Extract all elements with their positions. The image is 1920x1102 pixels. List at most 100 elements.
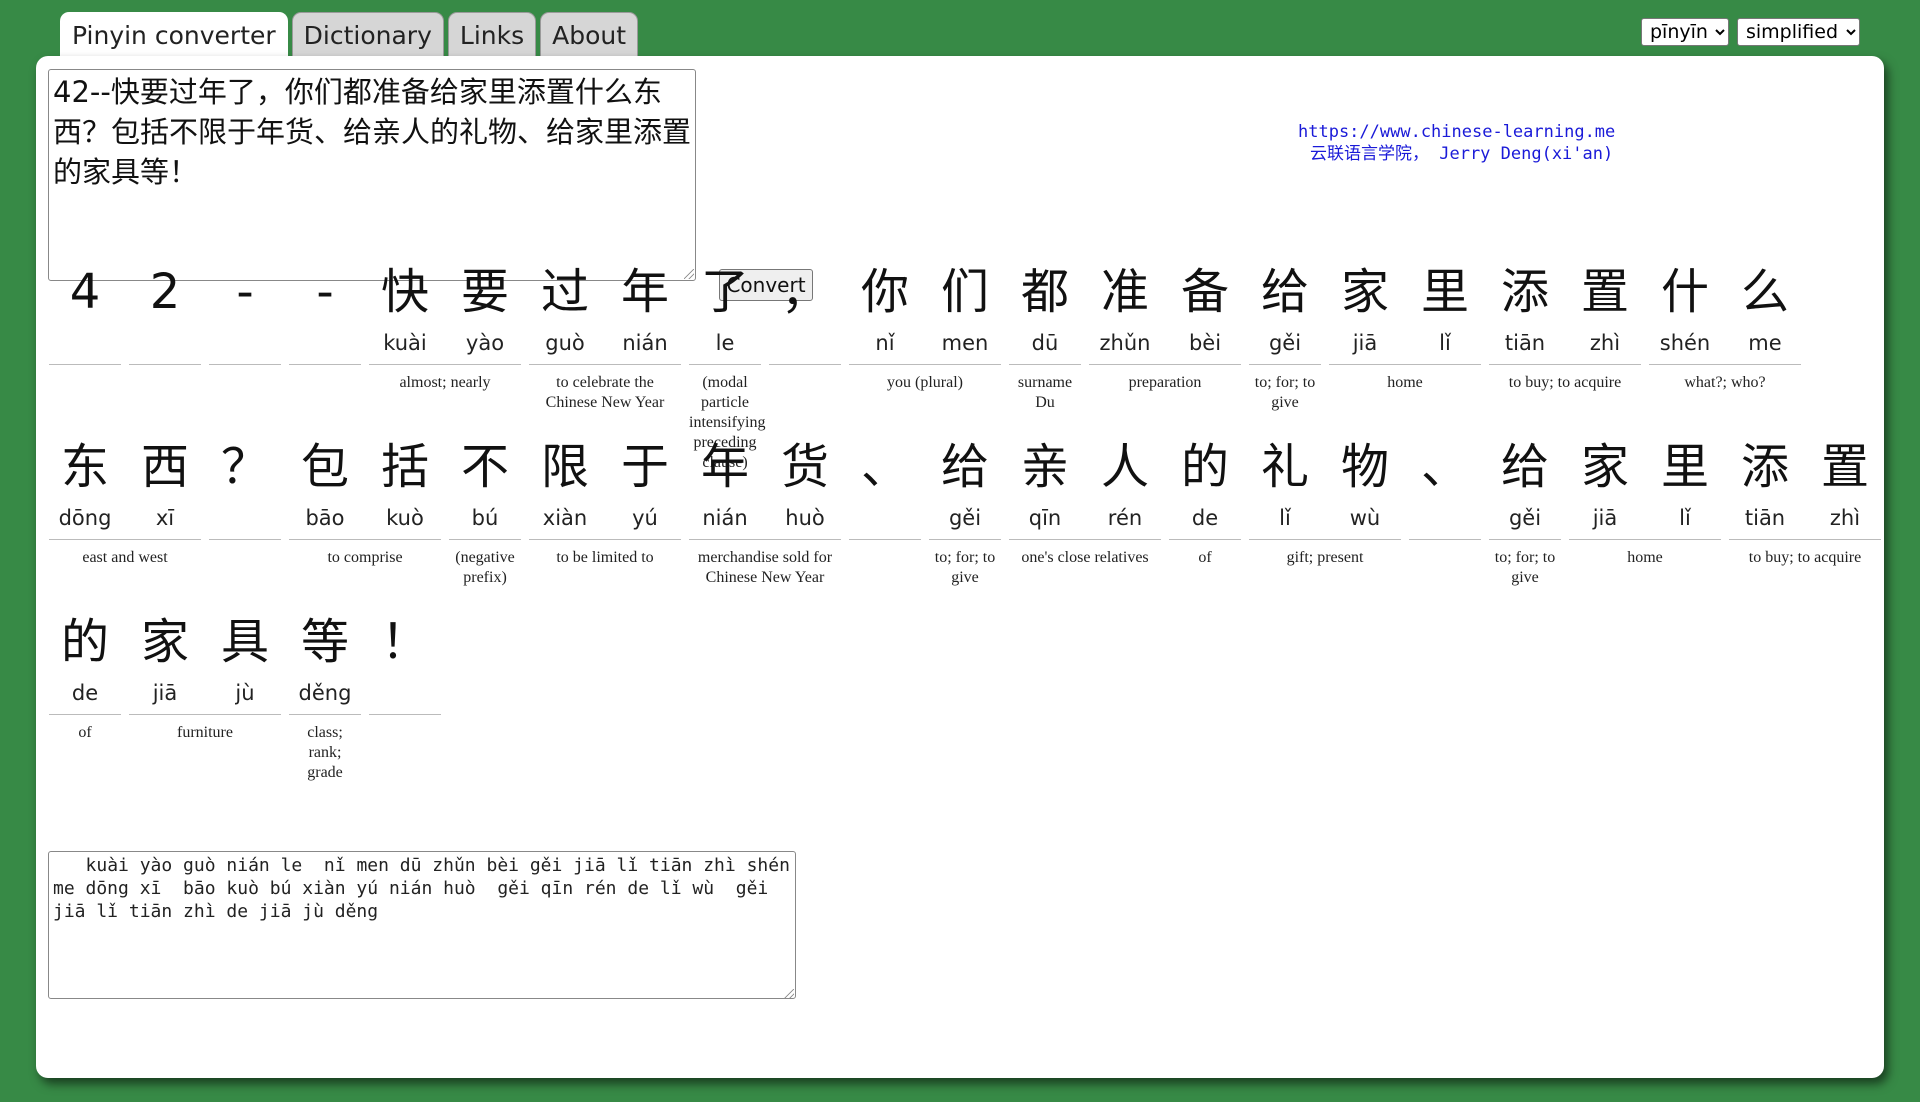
hanzi-char: 等: [300, 614, 349, 670]
hanzi-char: 4: [69, 264, 101, 320]
pinyin-label: de: [1191, 506, 1219, 530]
word-segment: -: [209, 261, 289, 371]
hanzi-char: 准: [1100, 264, 1149, 320]
word-segment: 准 zhǔn 备 bèi preparation: [1089, 261, 1249, 391]
segment-underline: [49, 539, 201, 540]
pinyin-label: nián: [622, 331, 668, 355]
word-segment: 东 dōng 西 xī east and west: [49, 436, 209, 566]
script-style-select[interactable]: pīnyīn: [1641, 18, 1729, 46]
pinyin-label: shén: [1659, 331, 1711, 355]
pinyin-label: bāo: [305, 506, 345, 530]
segment-underline: [129, 714, 281, 715]
hanzi-char: -: [316, 264, 334, 320]
pinyin-label: qīn: [1028, 506, 1062, 530]
hanzi-char: 、: [1420, 439, 1469, 495]
hanzi-char: 亲: [1020, 439, 1069, 495]
segment-underline: [1569, 539, 1721, 540]
segment-underline: [369, 364, 521, 365]
word-segment: 等 děng class; rank; grade: [289, 611, 369, 781]
segment-underline: [209, 539, 281, 540]
word-segment: 快 kuài 要 yào almost; nearly: [369, 261, 529, 391]
hanzi-char: 2: [149, 264, 181, 320]
definition: to buy; to acquire: [1508, 374, 1622, 391]
word-segment: 你 nǐ 们 men you (plural): [849, 261, 1009, 391]
output-resize-grip[interactable]: [784, 989, 794, 999]
definition: to celebrate the Chinese New Year: [545, 374, 665, 411]
segment-underline: [849, 539, 921, 540]
pinyin-label: nián: [702, 506, 748, 530]
pinyin-label: dū: [1031, 331, 1059, 355]
segment-underline: [529, 539, 681, 540]
segment-underline: [1249, 539, 1401, 540]
pinyin-label: rén: [1107, 506, 1143, 530]
word-segment: 都 dū surname Du: [1009, 261, 1089, 411]
pinyin-label: kuò: [386, 506, 424, 530]
segment-underline: [1409, 539, 1481, 540]
hanzi-char: 快: [380, 264, 429, 320]
definition: to; for; to give: [1254, 374, 1316, 411]
hanzi-char: 西: [140, 439, 189, 495]
word-segment: 给 gěi to; for; to give: [1249, 261, 1329, 411]
definition: you (plural): [887, 374, 963, 391]
segment-underline: [1489, 539, 1561, 540]
pinyin-label: lǐ: [1279, 506, 1291, 530]
hanzi-char: 置: [1820, 439, 1869, 495]
hanzi-char: 的: [60, 614, 109, 670]
hanzi-char: 限: [540, 439, 589, 495]
pinyin-label: guò: [545, 331, 585, 355]
pinyin-label: yú: [632, 506, 658, 530]
credits-url[interactable]: https://www.chinese-learning.me: [1298, 121, 1638, 143]
pinyin-label: tiān: [1744, 506, 1786, 530]
pinyin-label: zhǔn: [1099, 331, 1151, 355]
hanzi-char: 们: [940, 264, 989, 320]
pinyin-label: jiā: [1592, 506, 1618, 530]
definition: gift; present: [1286, 549, 1364, 566]
hanzi-char: 么: [1740, 264, 1789, 320]
segment-underline: [689, 539, 841, 540]
word-segment: 家 jiā 里 lǐ home: [1329, 261, 1489, 391]
hanzi-char: 年: [700, 439, 749, 495]
segment-underline: [49, 714, 121, 715]
segment-underline: [289, 714, 361, 715]
segment-underline: [209, 364, 281, 365]
definition: to buy; to acquire: [1748, 549, 1862, 566]
hanzi-char: 货: [780, 439, 829, 495]
word-segment: 过 guò 年 nián to celebrate the Chinese New Ye…: [529, 261, 689, 411]
word-segment: 的 de of: [49, 611, 129, 741]
tab-links[interactable]: Links: [447, 12, 537, 57]
charset-select[interactable]: simplified: [1737, 18, 1860, 46]
hanzi-char: 家: [1340, 264, 1389, 320]
word-segment: 2: [129, 261, 209, 371]
definition: home: [1627, 549, 1663, 566]
hanzi-char: 给: [940, 439, 989, 495]
segment-underline: [1489, 364, 1641, 365]
word-segment: 给 gěi to; for; to give: [1489, 436, 1569, 586]
segment-underline: [689, 364, 761, 365]
pinyin-output[interactable]: kuài yào guò nián le nǐ men dū zhǔn bèi …: [48, 851, 796, 999]
tab-about[interactable]: About: [540, 12, 639, 57]
hanzi-char: 的: [1180, 439, 1229, 495]
word-segment: -: [289, 261, 369, 371]
definition: surname Du: [1017, 374, 1073, 411]
hanzi-char: 给: [1260, 264, 1309, 320]
word-segment: 什 shén 么 me what?; who?: [1649, 261, 1809, 391]
hanzi-char: ！: [380, 614, 429, 670]
hanzi-char: 东: [60, 439, 109, 495]
definition: to be limited to: [556, 549, 654, 566]
hanzi-char: 人: [1100, 439, 1149, 495]
tab-dictionary[interactable]: Dictionary: [291, 12, 444, 57]
segment-underline: [289, 364, 361, 365]
hanzi-char: 添: [1740, 439, 1789, 495]
definition: almost; nearly: [399, 374, 491, 391]
chinese-text-input[interactable]: 42--快要过年了，你们都准备给家里添置什么东西？包括不限于年货、给亲人的礼物、…: [48, 69, 696, 281]
credits: https://www.chinese-learning.me 云联语言学院， …: [1298, 121, 1638, 165]
segment-underline: [769, 364, 841, 365]
hanzi-char: 括: [380, 439, 429, 495]
pinyin-label: tiān: [1504, 331, 1546, 355]
hanzi-char: 家: [1580, 439, 1629, 495]
definition: to comprise: [327, 549, 403, 566]
word-segment: ？: [209, 436, 289, 546]
hanzi-char: 什: [1660, 264, 1709, 320]
pinyin-label: xī: [155, 506, 175, 530]
word-segment: 4: [49, 261, 129, 371]
